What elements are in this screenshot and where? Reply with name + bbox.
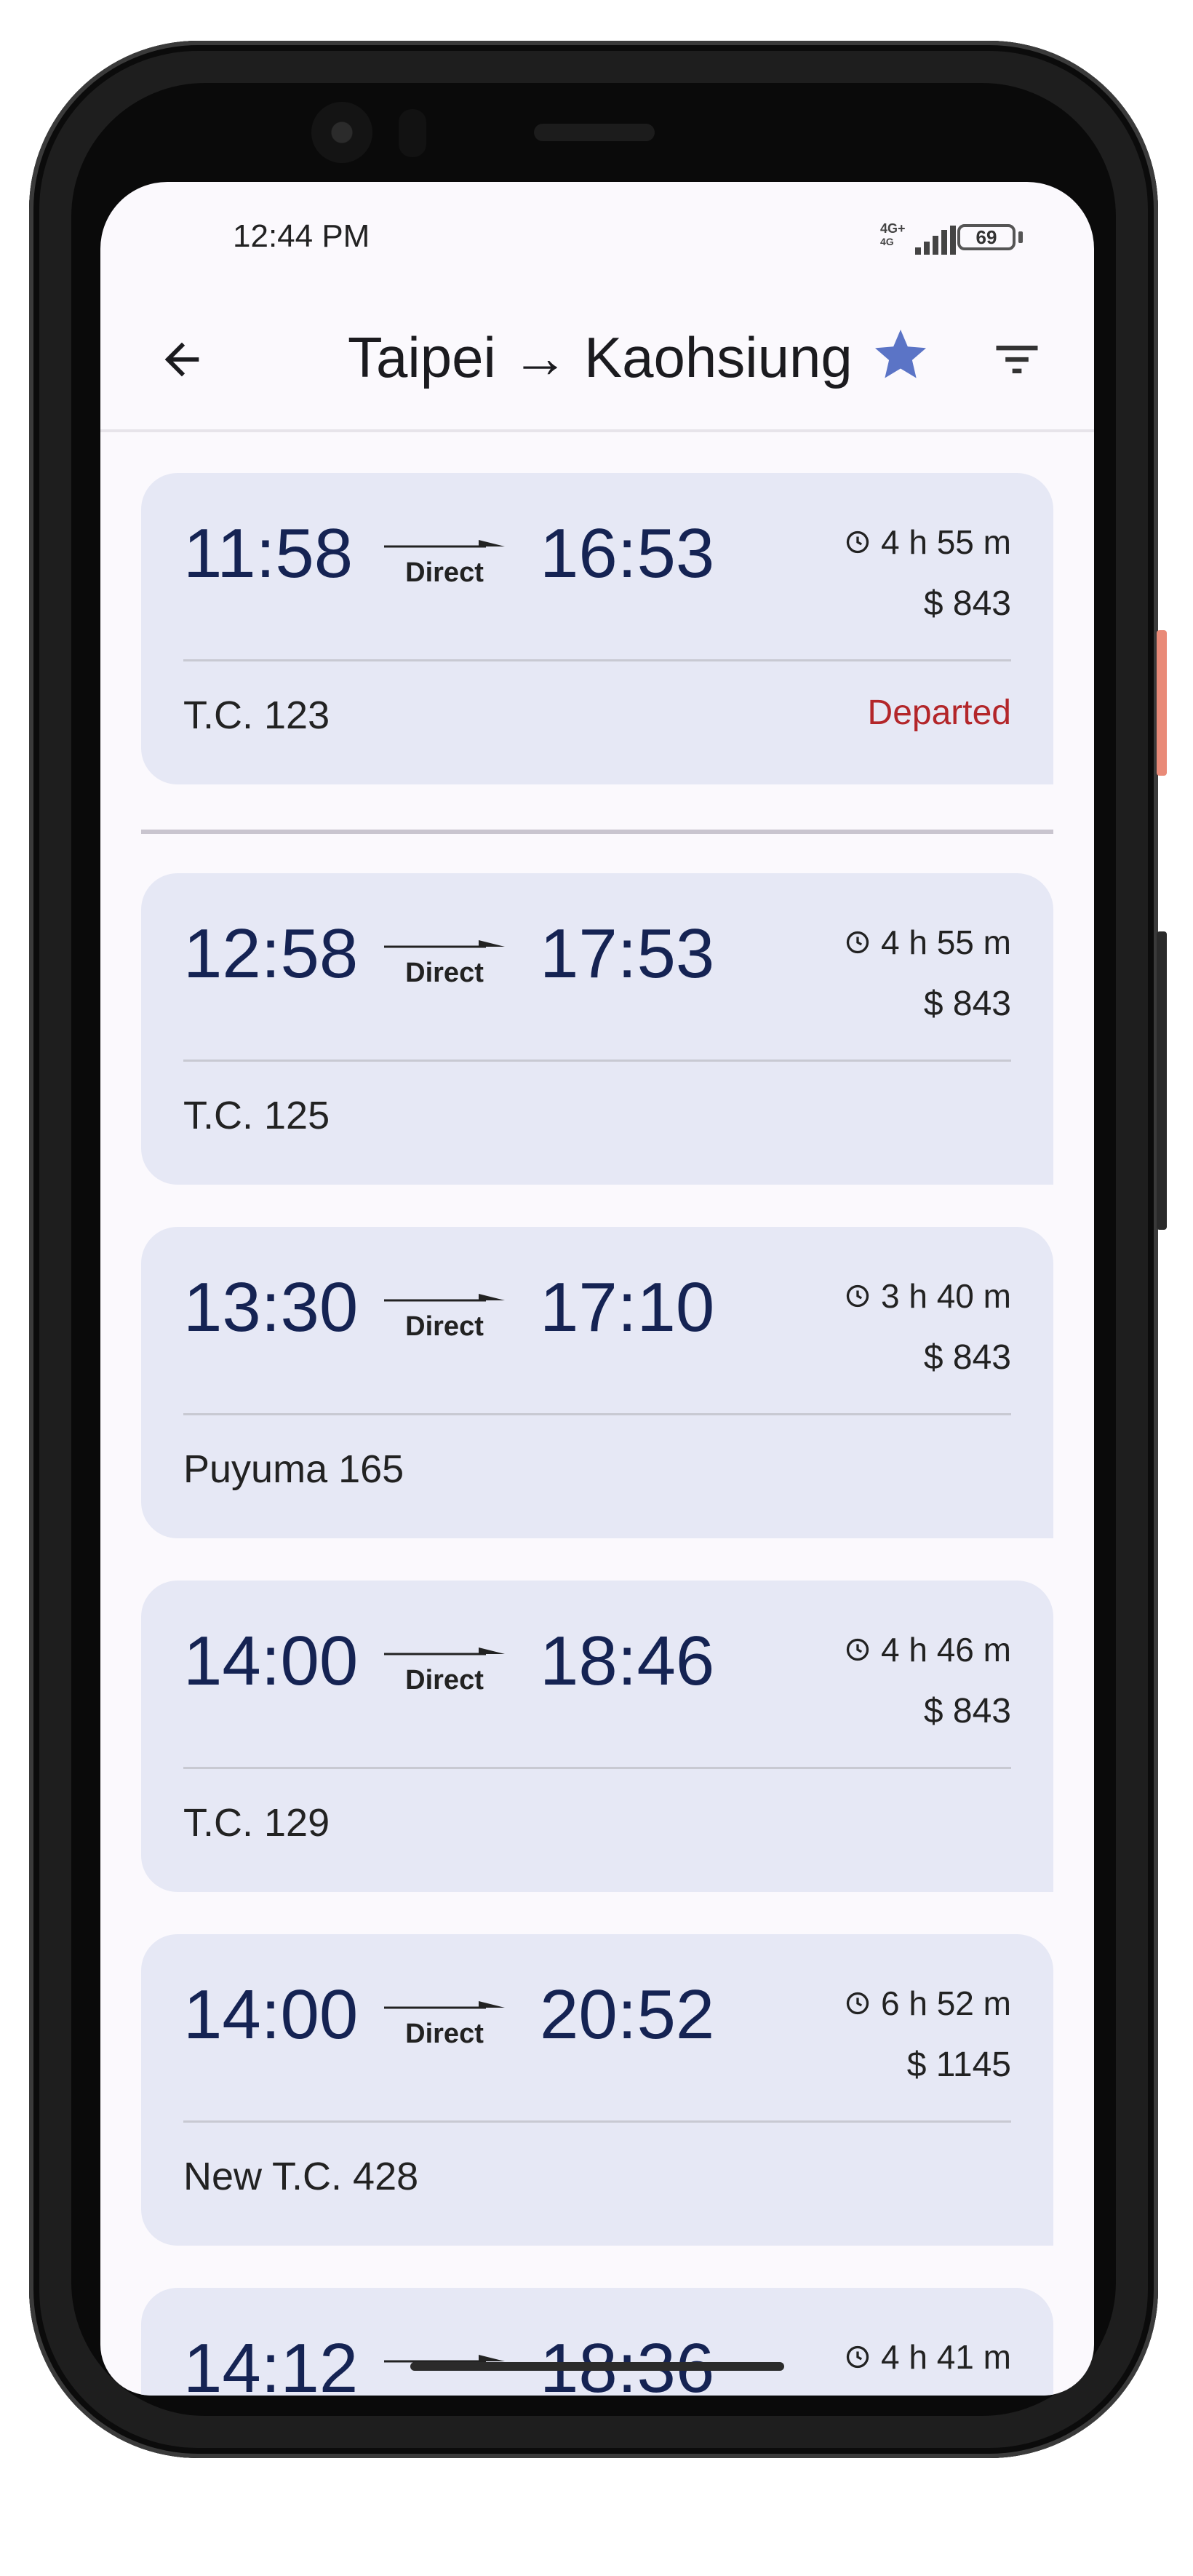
arrow-back-icon (164, 342, 199, 377)
departure-time: 13:30 (183, 1268, 359, 1346)
route-type: Direct (405, 1311, 484, 1342)
arrival-time: 20:52 (540, 1976, 715, 2054)
card-divider (183, 659, 1011, 661)
ticket-price: $ 843 (923, 1338, 1011, 1377)
back-button[interactable] (145, 323, 218, 396)
duration: 4 h 46 m (845, 1630, 1011, 1669)
route-title: Taipei → Kaohsiung (348, 325, 853, 389)
ticket-price: $ 843 (923, 1692, 1011, 1730)
route-arrow-icon (384, 1647, 505, 1655)
ticket-price: $ 843 (923, 985, 1011, 1023)
route-arrow-icon (384, 2001, 505, 2009)
departure-time: 14:00 (183, 1976, 359, 2054)
arrival-time: 17:10 (540, 1268, 715, 1346)
clock-icon (846, 530, 869, 554)
route-type: Direct (405, 958, 484, 988)
camera-sensor (399, 109, 426, 157)
route-type: Direct (405, 557, 484, 588)
clock-icon (846, 1992, 869, 2015)
clock-icon (846, 1638, 869, 1661)
gesture-home-bar[interactable] (410, 2362, 784, 2371)
card-divider (183, 1060, 1011, 1062)
trip-card[interactable]: 13:30 Direct 17:10 3 h 40 m $ 843 Puyuma… (141, 1227, 1053, 1538)
battery-tip (1018, 231, 1023, 243)
trip-card[interactable]: 11:58 Direct 16:53 4 h 55 m $ 843 T.C. 1… (141, 473, 1053, 784)
trip-list[interactable]: 11:58 Direct 16:53 4 h 55 m $ 843 T.C. 1… (100, 432, 1094, 2396)
train-name: T.C. 125 (183, 1094, 330, 1137)
arrival-time: 17:53 (540, 915, 715, 993)
train-name: New T.C. 428 (183, 2155, 419, 2198)
filter-icon (996, 346, 1038, 373)
power-button (1157, 630, 1167, 776)
network-type-label: 4G+ 4G (880, 221, 906, 247)
duration: 4 h 55 m (845, 923, 1011, 962)
front-camera (311, 102, 372, 163)
arrival-time: 16:53 (540, 514, 715, 592)
train-name: T.C. 123 (183, 693, 330, 737)
signal-icon (915, 226, 956, 255)
star-icon (875, 330, 926, 378)
volume-button (1157, 931, 1167, 1230)
status-departed: Departed (867, 693, 1011, 732)
clock-icon (846, 2345, 869, 2369)
departure-time: 14:12 (183, 2329, 359, 2396)
trip-card[interactable]: 14:00 Direct 20:52 6 h 52 m $ 1145 New T… (141, 1934, 1053, 2246)
card-divider (183, 1413, 1011, 1415)
trip-card[interactable]: 12:58 Direct 17:53 4 h 55 m $ 843 T.C. 1… (141, 873, 1053, 1185)
departure-time: 11:58 (183, 514, 354, 592)
trip-card[interactable]: 14:12 18:36 4 h 41 m (141, 2288, 1053, 2396)
train-name: Puyuma 165 (183, 1447, 404, 1491)
duration: 6 h 52 m (845, 1984, 1011, 2023)
card-divider (183, 2120, 1011, 2123)
trip-card[interactable]: 14:00 Direct 18:46 4 h 46 m $ 843 T.C. 1… (141, 1581, 1053, 1892)
status-time: 12:44 PM (233, 218, 370, 254)
departure-time: 12:58 (183, 915, 359, 993)
favorite-button[interactable] (864, 319, 937, 391)
app-screen: 12:44 PM 4G+ 4G 69 Taipei → Kaohsiung 11… (100, 182, 1094, 2396)
card-divider (183, 1767, 1011, 1769)
battery-icon: 69 (957, 224, 1016, 250)
route-type: Direct (405, 1665, 484, 1696)
route-type: Direct (405, 2019, 484, 2049)
arrival-time: 18:46 (540, 1622, 715, 1700)
train-name: T.C. 129 (183, 1801, 330, 1845)
ticket-price: $ 1145 (906, 2046, 1011, 2084)
filter-button[interactable] (981, 323, 1053, 396)
route-arrow-icon (384, 540, 505, 548)
duration: 4 h 41 m (845, 2337, 1011, 2377)
clock-icon (846, 1284, 869, 1308)
departure-time: 14:00 (183, 1622, 359, 1700)
departed-divider (141, 830, 1053, 834)
earpiece-speaker (534, 124, 655, 141)
route-arrow-icon (384, 940, 505, 948)
status-bar: 12:44 PM 4G+ 4G 69 (100, 182, 1094, 298)
app-bar: Taipei → Kaohsiung (100, 298, 1094, 431)
clock-icon (846, 931, 869, 954)
duration: 3 h 40 m (845, 1276, 1011, 1316)
duration: 4 h 55 m (845, 522, 1011, 562)
route-arrow-icon (384, 1294, 505, 1302)
ticket-price: $ 843 (923, 584, 1011, 623)
